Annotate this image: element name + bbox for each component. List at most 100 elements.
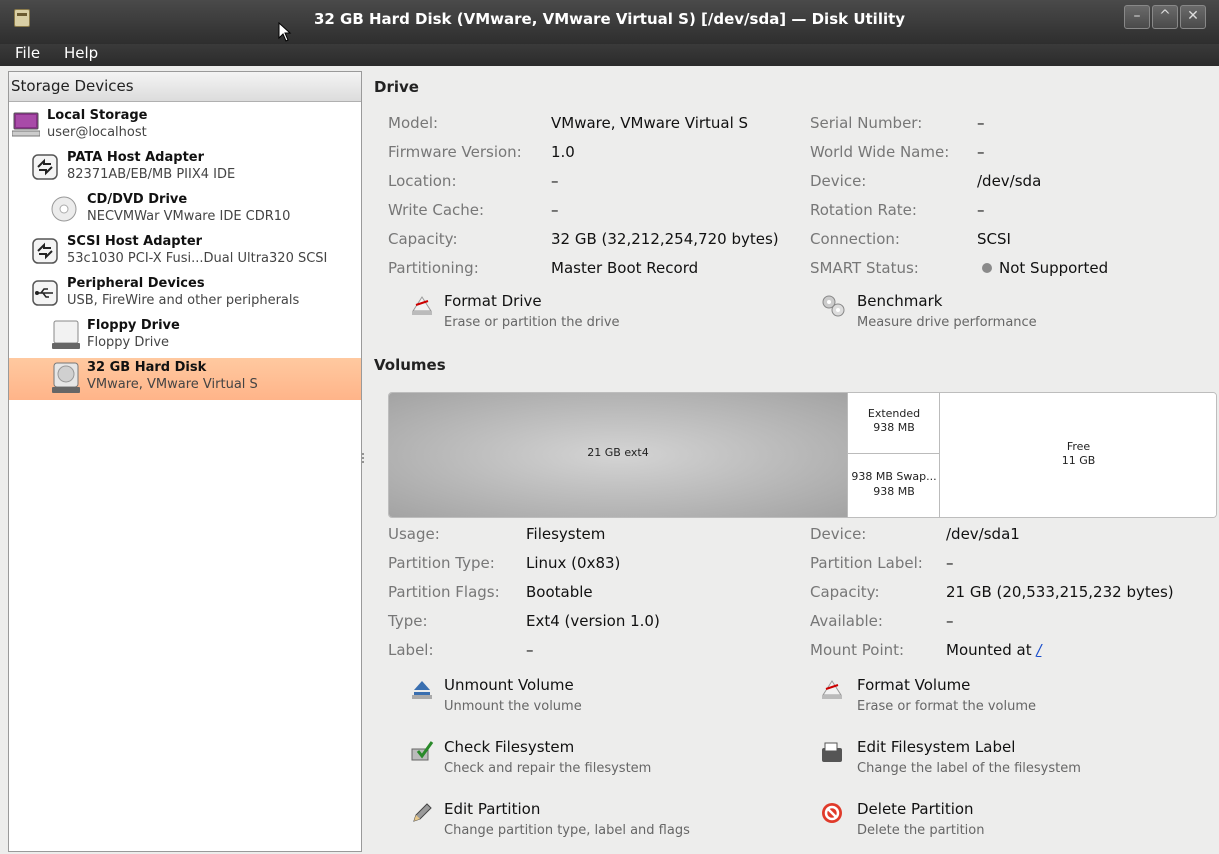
- model-value: VMware, VMware Virtual S: [551, 114, 749, 132]
- action-name: Format Drive: [444, 292, 542, 310]
- sidebar-item-subtitle: 53c1030 PCI-X Fusi...Dual Ultra320 SCSI: [67, 251, 328, 266]
- fs-type-value: Ext4 (version 1.0): [526, 612, 660, 630]
- edit-label-icon: [822, 742, 842, 762]
- volumes-section-title: Volumes: [374, 356, 446, 374]
- close-button[interactable]: ✕: [1180, 5, 1206, 29]
- menu-bar: File Help: [0, 44, 1219, 66]
- segment-size: 938 MB: [873, 485, 915, 498]
- storage-devices-sidebar[interactable]: Storage Devices Local Storage user@local…: [8, 71, 362, 852]
- usage-label: Usage:: [388, 525, 440, 543]
- firmware-value: 1.0: [551, 143, 575, 161]
- partition-segment-swap[interactable]: 938 MB Swap... 938 MB: [847, 454, 940, 517]
- fs-label-value: –: [526, 641, 534, 659]
- volume-device-value: /dev/sda1: [946, 525, 1020, 543]
- sidebar-item-cd-dvd-drive[interactable]: CD/DVD Drive NECVMWar VMware IDE CDR10: [9, 190, 361, 232]
- sidebar-item-peripheral-devices[interactable]: Peripheral Devices USB, FireWire and oth…: [9, 274, 361, 316]
- partition-type-label: Partition Type:: [388, 554, 495, 572]
- action-description: Unmount the volume: [444, 699, 582, 714]
- action-name: Check Filesystem: [444, 738, 575, 756]
- action-description: Erase or format the volume: [857, 699, 1036, 714]
- action-name: Benchmark: [857, 292, 943, 310]
- delete-partition-button[interactable]: Delete Partition Delete the partition: [816, 798, 1096, 842]
- maximize-button[interactable]: ^: [1152, 5, 1178, 29]
- mount-point-link[interactable]: /: [1036, 641, 1041, 659]
- sidebar-item-subtitle: VMware, VMware Virtual S: [87, 377, 258, 392]
- title-bar[interactable]: 32 GB Hard Disk (VMware, VMware Virtual …: [0, 0, 1219, 44]
- partition-label-value: –: [946, 554, 954, 572]
- partition-segment-extended[interactable]: Extended 938 MB: [847, 393, 940, 454]
- host-adapter-icon: [32, 238, 58, 264]
- minimize-button[interactable]: –: [1124, 5, 1150, 29]
- format-drive-button[interactable]: Format Drive Erase or partition the driv…: [406, 290, 666, 334]
- partition-flags-label: Partition Flags:: [388, 583, 500, 601]
- sidebar-item-title: SCSI Host Adapter: [67, 234, 203, 249]
- capacity-label: Capacity:: [388, 230, 458, 248]
- action-description: Change partition type, label and flags: [444, 823, 690, 838]
- location-value: –: [551, 172, 559, 190]
- write-cache-label: Write Cache:: [388, 201, 485, 219]
- partition-flags-value: Bootable: [526, 583, 593, 601]
- serial-number-value: –: [977, 114, 985, 132]
- sidebar-item-scsi-host-adapter[interactable]: SCSI Host Adapter 53c1030 PCI-X Fusi...D…: [9, 232, 361, 274]
- unmount-volume-button[interactable]: Unmount Volume Unmount the volume: [406, 674, 686, 718]
- smart-status-value: Not Supported: [999, 259, 1109, 277]
- computer-icon: [12, 112, 40, 137]
- sidebar-item-title: Local Storage: [47, 108, 148, 123]
- volume-capacity-label: Capacity:: [810, 583, 880, 601]
- usb-icon: [32, 280, 58, 306]
- menu-help[interactable]: Help: [64, 44, 98, 62]
- sidebar-item-subtitle: NECVMWar VMware IDE CDR10: [87, 209, 291, 224]
- partitioning-value: Master Boot Record: [551, 259, 699, 277]
- partition-segment-ext4[interactable]: 21 GB ext4: [389, 393, 847, 517]
- optical-disc-icon: [51, 196, 77, 222]
- drive-section-title: Drive: [374, 78, 419, 96]
- action-description: Change the label of the filesystem: [857, 761, 1081, 776]
- partition-segment-free[interactable]: Free 11 GB: [939, 393, 1216, 517]
- usage-value: Filesystem: [526, 525, 606, 543]
- sidebar-item-subtitle: 82371AB/EB/MB PIIX4 IDE: [67, 167, 236, 182]
- sidebar-item-local-storage[interactable]: Local Storage user@localhost: [9, 106, 361, 148]
- action-name: Edit Partition: [444, 800, 541, 818]
- segment-label: 21 GB ext4: [587, 446, 649, 459]
- sidebar-item-title: Peripheral Devices: [67, 276, 205, 291]
- fs-type-label: Type:: [388, 612, 428, 630]
- sidebar-item-title: Floppy Drive: [87, 318, 180, 333]
- serial-number-label: Serial Number:: [810, 114, 923, 132]
- benchmark-button[interactable]: Benchmark Measure drive performance: [816, 290, 1096, 334]
- volume-device-label: Device:: [810, 525, 867, 543]
- wwn-value: –: [977, 143, 985, 161]
- format-volume-button[interactable]: Format Volume Erase or format the volume: [816, 674, 1096, 718]
- check-filesystem-button[interactable]: Check Filesystem Check and repair the fi…: [406, 736, 706, 780]
- segment-size: 938 MB: [873, 421, 915, 434]
- partition-type-value: Linux (0x83): [526, 554, 621, 572]
- action-name: Format Volume: [857, 676, 971, 694]
- action-description: Delete the partition: [857, 823, 985, 838]
- partition-label-label: Partition Label:: [810, 554, 923, 572]
- capacity-value: 32 GB (32,212,254,720 bytes): [551, 230, 779, 248]
- mount-point-label: Mount Point:: [810, 641, 905, 659]
- format-volume-icon: [822, 680, 842, 699]
- available-value: –: [946, 612, 954, 630]
- volume-capacity-value: 21 GB (20,533,215,232 bytes): [946, 583, 1174, 601]
- sidebar-item-pata-host-adapter[interactable]: PATA Host Adapter 82371AB/EB/MB PIIX4 ID…: [9, 148, 361, 190]
- edit-filesystem-label-button[interactable]: Edit Filesystem Label Change the label o…: [816, 736, 1116, 780]
- menu-file[interactable]: File: [15, 44, 40, 62]
- floppy-drive-icon: [52, 320, 80, 349]
- mouse-pointer-icon: [278, 22, 292, 42]
- sidebar-item-subtitle: USB, FireWire and other peripherals: [67, 293, 300, 308]
- mount-point-value: Mounted at /: [946, 641, 1041, 659]
- delete-icon: [822, 803, 842, 823]
- sidebar-item-floppy-drive[interactable]: Floppy Drive Floppy Drive: [9, 316, 361, 358]
- pencil-icon: [413, 803, 432, 822]
- action-description: Measure drive performance: [857, 315, 1037, 330]
- action-name: Edit Filesystem Label: [857, 738, 1016, 756]
- sidebar-item-32gb-hard-disk[interactable]: 32 GB Hard Disk VMware, VMware Virtual S: [9, 358, 361, 400]
- format-drive-icon: [412, 296, 432, 315]
- edit-partition-button[interactable]: Edit Partition Change partition type, la…: [406, 798, 726, 842]
- disk-utility-window: 32 GB Hard Disk (VMware, VMware Virtual …: [0, 0, 1219, 854]
- benchmark-icon: [822, 295, 845, 317]
- segment-label: Free: [1066, 440, 1091, 453]
- wwn-label: World Wide Name:: [810, 143, 950, 161]
- segment-label: Extended: [867, 407, 921, 420]
- sidebar-header[interactable]: Storage Devices: [9, 72, 361, 102]
